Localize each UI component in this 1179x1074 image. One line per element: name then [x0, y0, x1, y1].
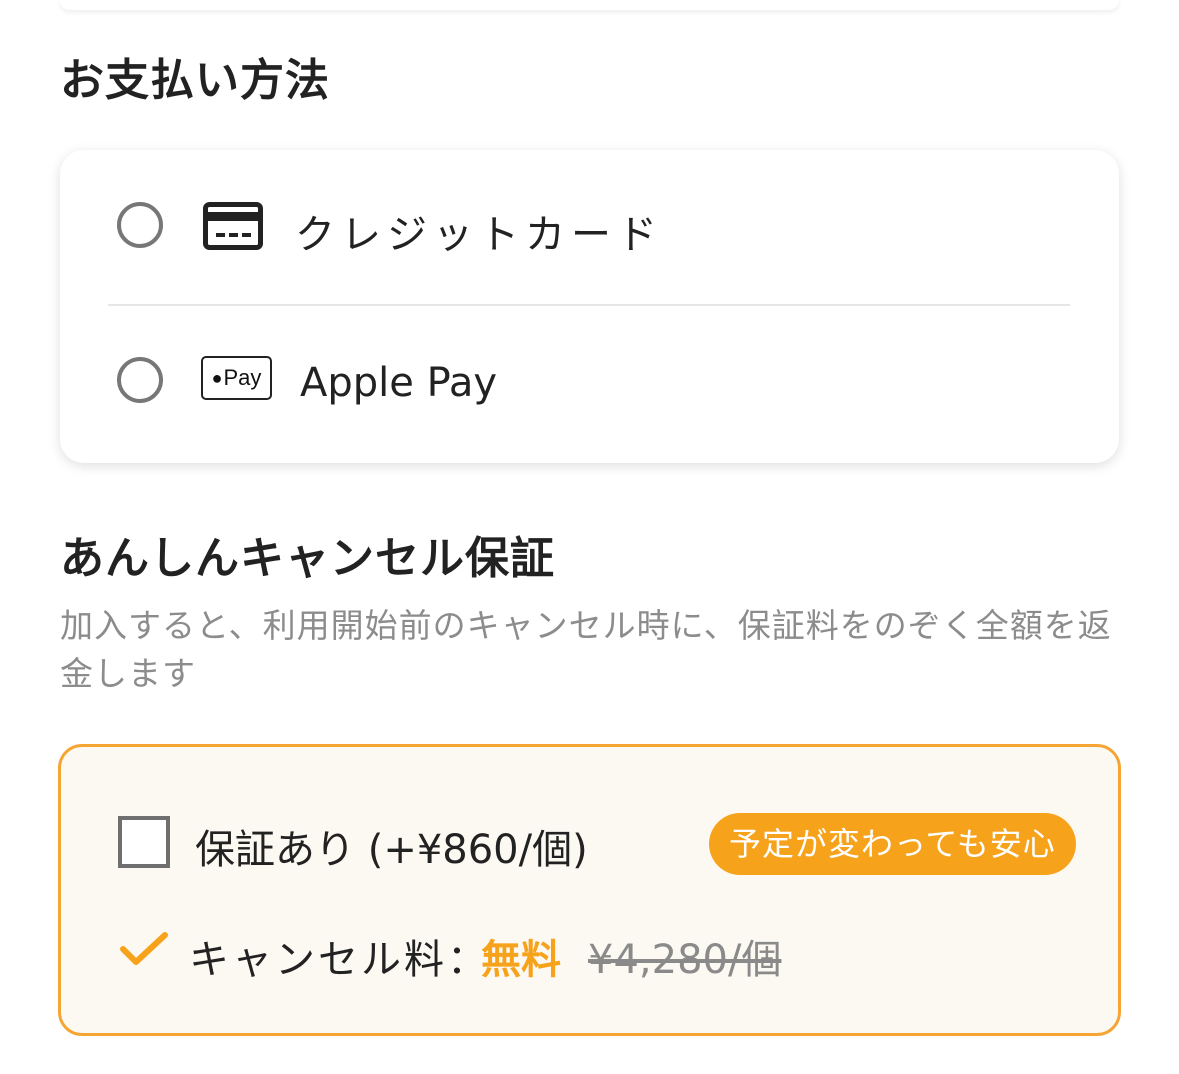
- payment-options-card: クレジットカード ● Pay Apple Pay: [60, 150, 1119, 463]
- apple-pay-radio[interactable]: [117, 357, 163, 403]
- cancel-guarantee-title: あんしんキャンセル保証: [60, 533, 555, 584]
- payment-option-credit-card[interactable]: クレジットカード: [60, 150, 1119, 306]
- guarantee-checkbox-row[interactable]: 保証あり (+¥860/個) 予定が変わっても安心: [61, 807, 1118, 887]
- payment-method-title: お支払い方法: [60, 55, 330, 106]
- previous-card-edge: [60, 0, 1119, 10]
- cancel-fee-original-price: ¥4,280/個: [588, 937, 782, 983]
- credit-card-label: クレジットカード: [295, 212, 663, 258]
- reassurance-badge: 予定が変わっても安心: [709, 813, 1076, 875]
- apple-pay-label: Apple Pay: [300, 360, 498, 406]
- cancel-guarantee-box: 保証あり (+¥860/個) 予定が変わっても安心 キャンセル料： 無料 ¥4,…: [58, 744, 1121, 1036]
- apple-pay-icon: ● Pay: [201, 356, 272, 400]
- cancel-fee-label: キャンセル料：: [189, 937, 490, 983]
- credit-card-radio[interactable]: [117, 202, 163, 248]
- cancel-fee-row: キャンセル料： 無料 ¥4,280/個: [61, 921, 1118, 987]
- cancel-guarantee-description: 加入すると、利用開始前のキャンセル時に、保証料をのぞく全額を返金します: [60, 606, 1112, 693]
- checkmark-icon: [120, 932, 168, 965]
- credit-card-icon: [203, 202, 263, 250]
- cancel-fee-free: 無料: [481, 937, 561, 983]
- apple-logo-icon: ●: [211, 367, 223, 388]
- guarantee-checkbox[interactable]: [118, 816, 170, 868]
- apple-pay-icon-text: Pay: [223, 365, 262, 390]
- guarantee-checkbox-label: 保証あり (+¥860/個): [195, 827, 588, 873]
- payment-option-apple-pay[interactable]: ● Pay Apple Pay: [60, 307, 1119, 463]
- payment-divider: [108, 304, 1070, 306]
